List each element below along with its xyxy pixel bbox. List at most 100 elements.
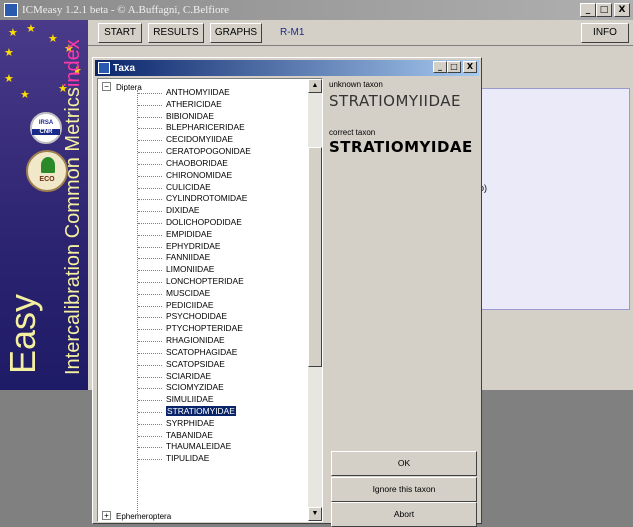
maximize-button[interactable]: □ xyxy=(596,3,612,17)
tree-item[interactable]: SCATOPHAGIDAE xyxy=(138,347,251,359)
tree-item-label: CERATOPOGONIDAE xyxy=(166,146,251,157)
tree-item[interactable]: DOLICHOPODIDAE xyxy=(138,217,251,229)
info-button[interactable]: INFO xyxy=(581,23,629,43)
dialog-app-icon xyxy=(98,62,110,74)
tree-item[interactable]: EMPIDIDAE xyxy=(138,229,251,241)
dialog-title-bar[interactable]: Taxa _ □ X xyxy=(95,60,479,76)
scrollbar-thumb[interactable] xyxy=(308,147,322,367)
dialog-minimize-button[interactable]: _ xyxy=(433,61,447,73)
tree-item-label: RHAGIONIDAE xyxy=(166,335,225,346)
tree-item-selected[interactable]: STRATIOMYIDAE xyxy=(138,405,251,418)
tree-item[interactable]: EPHYDRIDAE xyxy=(138,241,251,253)
results-button[interactable]: RESULTS xyxy=(148,23,204,43)
dialog-close-button[interactable]: X xyxy=(463,61,477,73)
tree-item-label: CECIDOMYIIDAE xyxy=(166,134,234,145)
tree-item-label: SCIARIDAE xyxy=(166,370,212,381)
tree-scrollbar[interactable]: ▲ ▼ xyxy=(308,79,322,521)
tree-item-label: SCATOPSIDAE xyxy=(166,358,225,369)
tree-item[interactable]: DIXIDAE xyxy=(138,205,251,217)
tree-item-label: TABANIDAE xyxy=(166,429,213,440)
tree-item-label: CHAOBORIDAE xyxy=(166,157,228,168)
tree-item[interactable]: BLEPHARICERIDAE xyxy=(138,122,251,134)
tree-item[interactable]: THAUMALEIDAE xyxy=(138,441,251,453)
tree-item[interactable]: TABANIDAE xyxy=(138,430,251,442)
irsa-cnr-logo: IRSA CNR xyxy=(30,112,62,144)
tree-item-label: SCATOPHAGIDAE xyxy=(166,346,238,357)
tree-item[interactable]: MUSCIDAE xyxy=(138,288,251,300)
tree-items: ANTHOMYIIDAE ATHERICIDAE BIBIONIDAE BLEPHAR… xyxy=(138,87,251,465)
tree-item-label: EMPIDIDAE xyxy=(166,228,213,239)
graphs-button[interactable]: GRAPHS xyxy=(210,23,262,43)
tree-item[interactable]: CULICIDAE xyxy=(138,182,251,194)
tree-item[interactable]: CECIDOMYIIDAE xyxy=(138,134,251,146)
ok-button[interactable]: OK xyxy=(331,451,477,476)
close-button[interactable]: X xyxy=(614,3,630,17)
tree-node-ephemeroptera[interactable]: Ephemeroptera xyxy=(116,512,171,521)
tree-item[interactable]: FANNIIDAE xyxy=(138,252,251,264)
tree-item[interactable]: LONCHOPTERIDAE xyxy=(138,276,251,288)
tree-item[interactable]: CHIRONOMIDAE xyxy=(138,170,251,182)
minimize-button[interactable]: _ xyxy=(580,3,596,17)
taxa-dialog: Taxa _ □ X − Diptera ANTHOMYIIDAE ATHERIC… xyxy=(92,57,482,527)
tree-item-label: SIMULIIDAE xyxy=(166,394,214,405)
tree-item-label: PSYCHODIDAE xyxy=(166,311,227,322)
tree-item[interactable]: ATHERICIDAE xyxy=(138,99,251,111)
tree-item[interactable]: PEDICIIDAE xyxy=(138,300,251,312)
tree-item-label: CHIRONOMIDAE xyxy=(166,169,233,180)
tree-item-label: DOLICHOPODIDAE xyxy=(166,216,242,227)
tree-item[interactable]: CERATOPOGONIDAE xyxy=(138,146,251,158)
dialog-title: Taxa xyxy=(113,62,136,74)
tree-item-label: MUSCIDAE xyxy=(166,287,211,298)
tree-item[interactable]: RHAGIONIDAE xyxy=(138,335,251,347)
correct-taxon-value: STRATIOMYIDAE xyxy=(329,138,473,156)
unknown-taxon-label: unknown taxon xyxy=(329,80,383,89)
tree-item[interactable]: ANTHOMYIIDAE xyxy=(138,87,251,99)
tree-item-label: DIXIDAE xyxy=(166,205,200,216)
tree-item-label: SYRPHIDAE xyxy=(166,417,215,428)
ignore-taxon-button[interactable]: Ignore this taxon xyxy=(331,477,477,502)
tree-item-label: PTYCHOPTERIDAE xyxy=(166,323,243,334)
tree-item[interactable]: PTYCHOPTERIDAE xyxy=(138,323,251,335)
logo-vertical-title: Intercalibration Common Metricsindex xyxy=(62,39,84,375)
scroll-up-arrow-icon[interactable]: ▲ xyxy=(308,79,322,93)
tree-item-label: TIPULIDAE xyxy=(166,453,210,464)
logo-panel: ★ ★ ★ ★ ★ ★ ★ ★ ★ IRSA CNR ECO Intercali… xyxy=(0,20,88,390)
taxa-tree[interactable]: − Diptera ANTHOMYIIDAE ATHERICIDAE BIBIONI… xyxy=(97,78,323,522)
abort-button[interactable]: Abort xyxy=(331,502,477,527)
tree-item[interactable]: TIPULIDAE xyxy=(138,453,251,465)
star-icon: ★ xyxy=(26,23,36,35)
tree-item[interactable]: SCIOMYZIDAE xyxy=(138,382,251,394)
tree-item-label: LONCHOPTERIDAE xyxy=(166,276,244,286)
tree-item[interactable]: CYLINDROTOMIDAE xyxy=(138,193,251,205)
star-icon: ★ xyxy=(8,27,18,39)
main-window-controls: _ □ X xyxy=(580,3,630,17)
plant-icon xyxy=(41,157,55,173)
start-button[interactable]: START xyxy=(98,23,142,43)
tree-item-label: CULICIDAE xyxy=(166,181,211,192)
tree-item[interactable]: PSYCHODIDAE xyxy=(138,311,251,323)
tree-item-label: BLEPHARICERIDAE xyxy=(166,122,245,133)
expand-icon[interactable]: + xyxy=(102,511,111,520)
tree-item-label: BIBIONIDAE xyxy=(166,110,214,121)
unknown-taxon-value: STRATIOMYIIDAE xyxy=(329,92,461,110)
scroll-down-arrow-icon[interactable]: ▼ xyxy=(308,507,322,521)
star-icon: ★ xyxy=(20,89,30,101)
correct-taxon-label: correct taxon xyxy=(329,128,376,137)
tree-item[interactable]: SCATOPSIDAE xyxy=(138,359,251,371)
tree-item-label: LIMONIIDAE xyxy=(166,264,215,275)
tree-item[interactable]: CHAOBORIDAE xyxy=(138,158,251,170)
tree-item[interactable]: SYRPHIDAE xyxy=(138,418,251,430)
dialog-maximize-button[interactable]: □ xyxy=(447,61,461,73)
tree-item[interactable]: BIBIONIDAE xyxy=(138,111,251,123)
dialog-window-controls: _ □ X xyxy=(433,61,477,73)
tree-item[interactable]: SIMULIIDAE xyxy=(138,394,251,406)
tree-item-label: EPHYDRIDAE xyxy=(166,240,221,251)
collapse-icon[interactable]: − xyxy=(102,82,111,91)
main-title-bar[interactable]: ICMeasy 1.2.1 beta - © A.Buffagni, C.Bel… xyxy=(0,0,633,20)
tree-item[interactable]: LIMONIIDAE xyxy=(138,264,251,276)
tree-item[interactable]: SCIARIDAE xyxy=(138,371,251,383)
tree-item-label: ATHERICIDAE xyxy=(166,98,222,109)
tree-item-label: SCIOMYZIDAE xyxy=(166,382,224,393)
tree-item-label: ANTHOMYIIDAE xyxy=(166,87,230,97)
star-icon: ★ xyxy=(4,73,14,85)
